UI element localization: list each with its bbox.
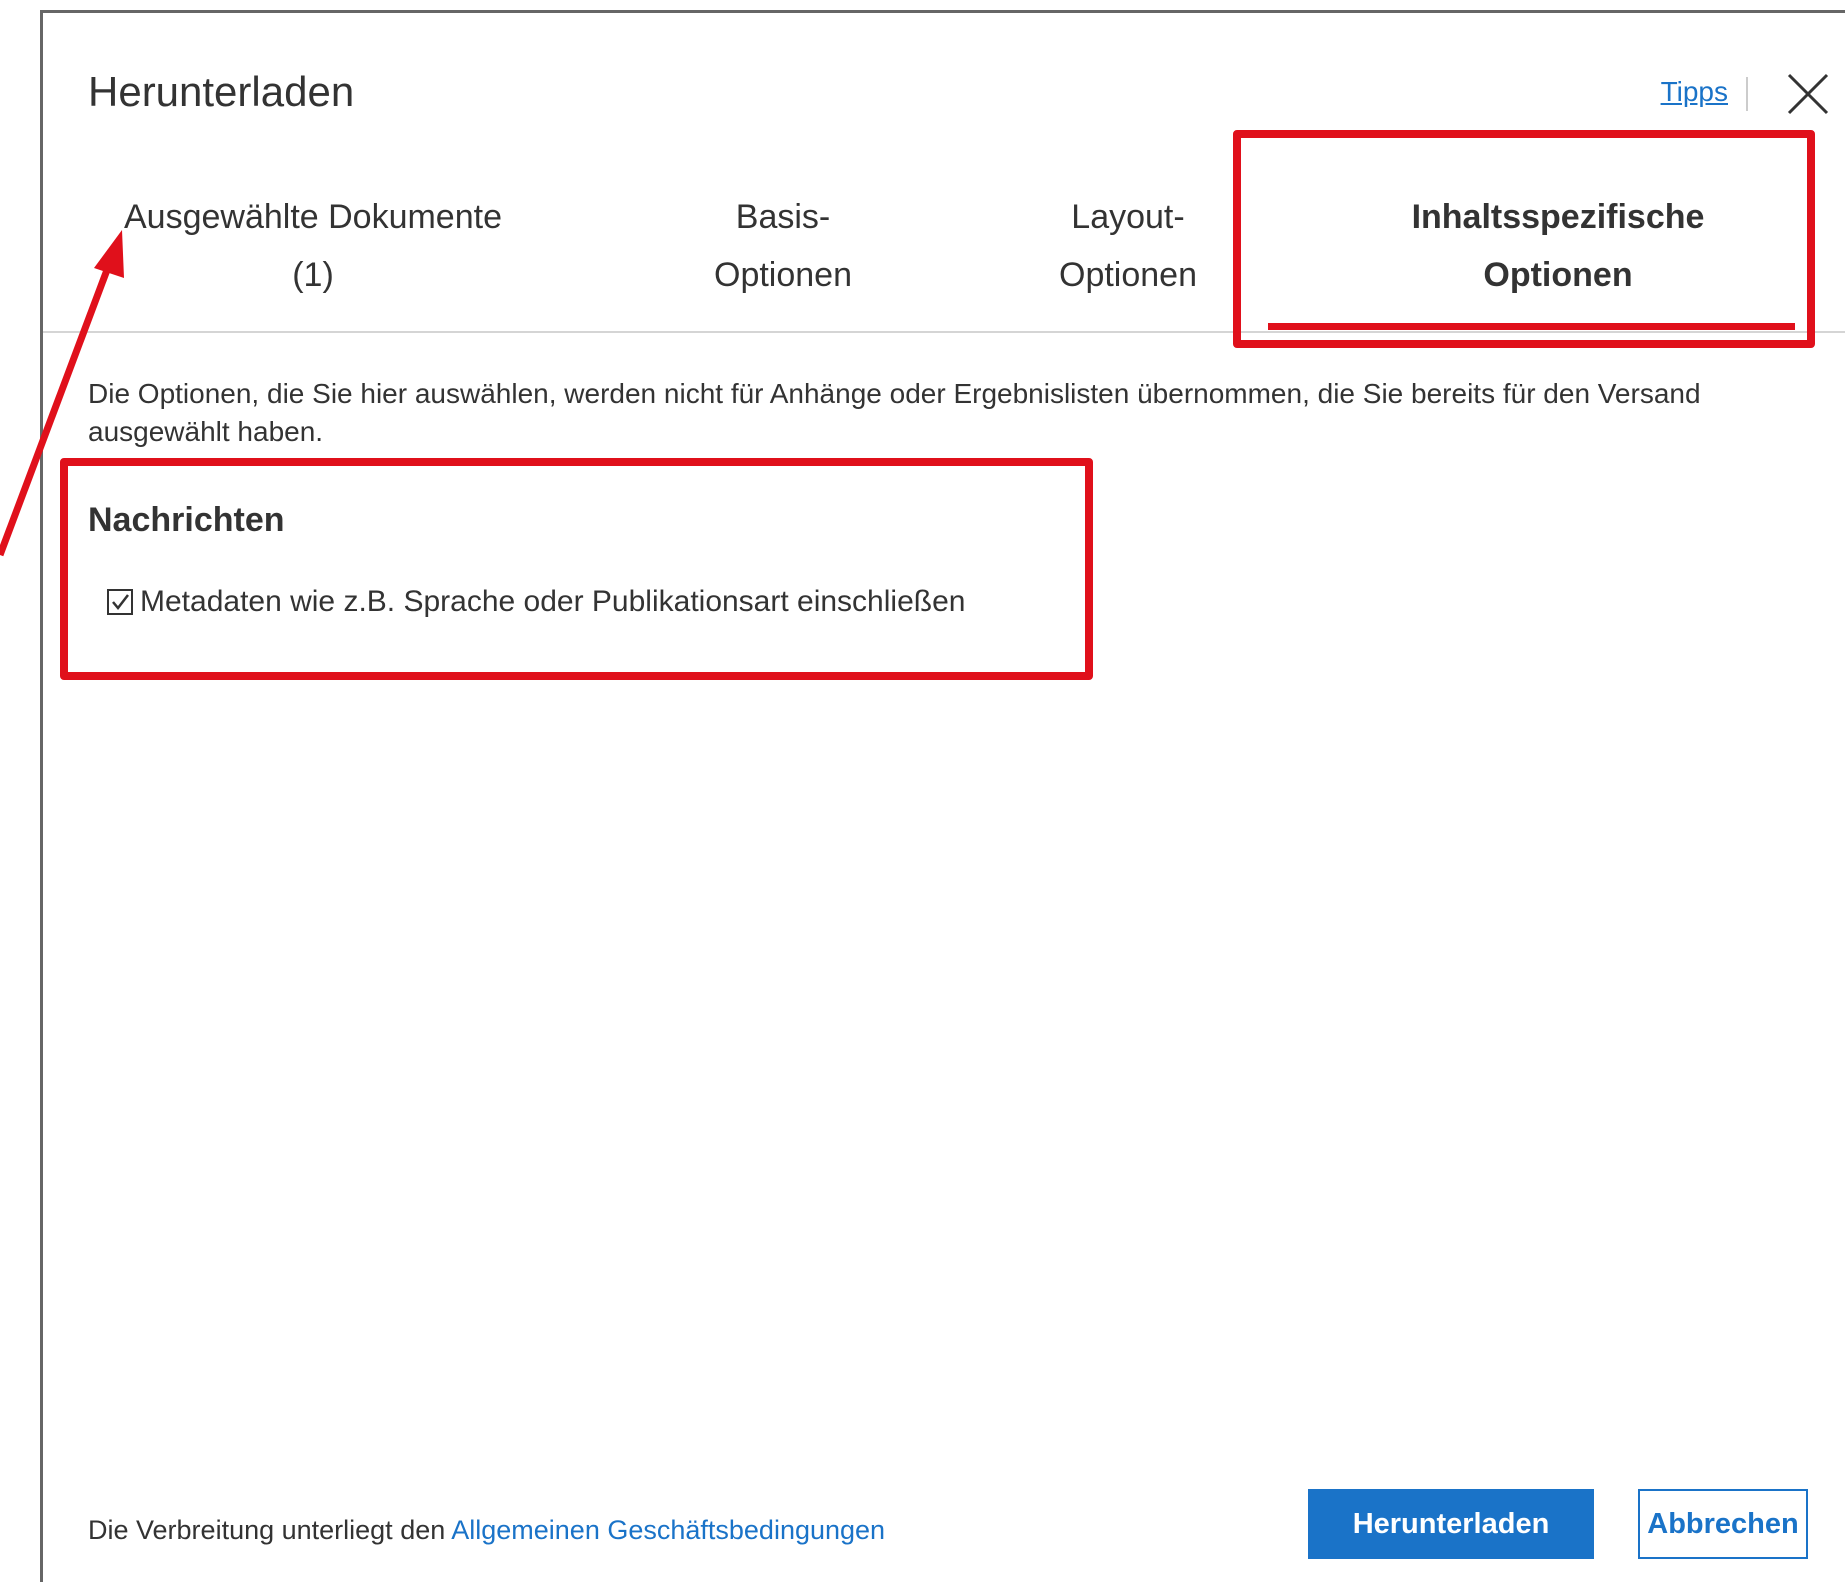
intro-text: Die Optionen, die Sie hier auswählen, we… — [88, 378, 1701, 447]
tab-label-line2: Optionen — [1483, 256, 1633, 294]
tab-label-line2: Optionen — [714, 256, 852, 294]
tab-bar: Ausgewählte Dokumente (1) Basis- Optione… — [43, 178, 1845, 330]
tab-selected-documents[interactable]: Ausgewählte Dokumente (1) — [103, 188, 523, 304]
metadata-checkbox-option[interactable]: Metadaten wie z.B. Sprache oder Publikat… — [106, 585, 965, 619]
section-title-messages: Nachrichten — [88, 501, 285, 539]
terms-link[interactable]: Allgemeinen Geschäftsbedingungen — [451, 1515, 885, 1545]
cancel-button[interactable]: Abbrechen — [1638, 1489, 1808, 1559]
tab-label-line1: Basis- — [735, 198, 831, 236]
footer-terms: Die Verbreitung unterliegt den Allgemein… — [88, 1515, 885, 1546]
download-button[interactable]: Herunterladen — [1308, 1489, 1594, 1559]
tabs-divider — [43, 331, 1845, 333]
screenshot-stage: Herunterladen Tipps Ausgewählte Dokument… — [0, 0, 1845, 1582]
tab-content-specific-options[interactable]: Inhaltsspezifische Optionen — [1333, 188, 1783, 304]
tab-label-line1: Layout- — [1071, 198, 1185, 236]
tab-label-line1: Ausgewählte Dokumente — [123, 198, 502, 236]
header-divider — [1746, 77, 1748, 111]
tab-layout-options[interactable]: Layout- Optionen — [998, 188, 1258, 304]
footer-terms-prefix: Die Verbreitung unterliegt den — [88, 1515, 452, 1545]
tab-label-line1: Inhaltsspezifische — [1411, 198, 1705, 236]
active-tab-indicator — [1268, 323, 1795, 330]
checkbox-checked-icon[interactable] — [106, 588, 134, 616]
download-dialog: Herunterladen Tipps Ausgewählte Dokument… — [40, 10, 1845, 1582]
close-icon[interactable] — [1783, 69, 1833, 119]
tips-link[interactable]: Tipps — [1661, 76, 1728, 108]
tab-basic-options[interactable]: Basis- Optionen — [653, 188, 913, 304]
tab-label-line2: Optionen — [1059, 256, 1197, 294]
dialog-title: Herunterladen — [88, 68, 355, 115]
tab-label-line2: (1) — [292, 256, 334, 294]
metadata-option-label: Metadaten wie z.B. Sprache oder Publikat… — [140, 585, 966, 618]
